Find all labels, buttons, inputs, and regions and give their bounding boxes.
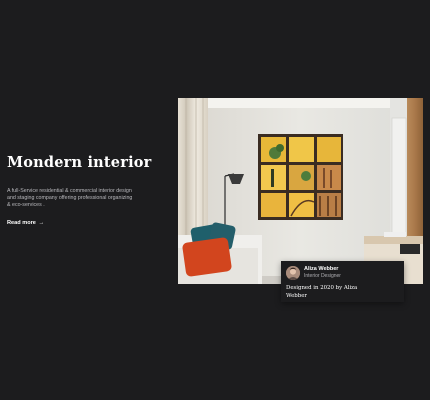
designer-role: Interior Designer — [304, 273, 341, 279]
interior-photo — [178, 98, 423, 284]
read-more-label: Read more — [7, 220, 36, 226]
designer-credit: Designed in 2020 by Aliza Webber — [286, 285, 358, 299]
hero-description: A full-Service residential & commercial … — [7, 188, 133, 209]
avatar — [286, 266, 300, 280]
designer-card: Aliza Webber Interior Designer Designed … — [281, 261, 404, 302]
page: Mondern interior A full-Service resident… — [0, 0, 430, 400]
hero-title: Mondern interior — [7, 154, 152, 171]
designer-name: Aliza Webber — [304, 266, 339, 272]
read-more-link[interactable]: Read more → — [7, 220, 44, 226]
arrow-right-icon: → — [38, 220, 45, 226]
